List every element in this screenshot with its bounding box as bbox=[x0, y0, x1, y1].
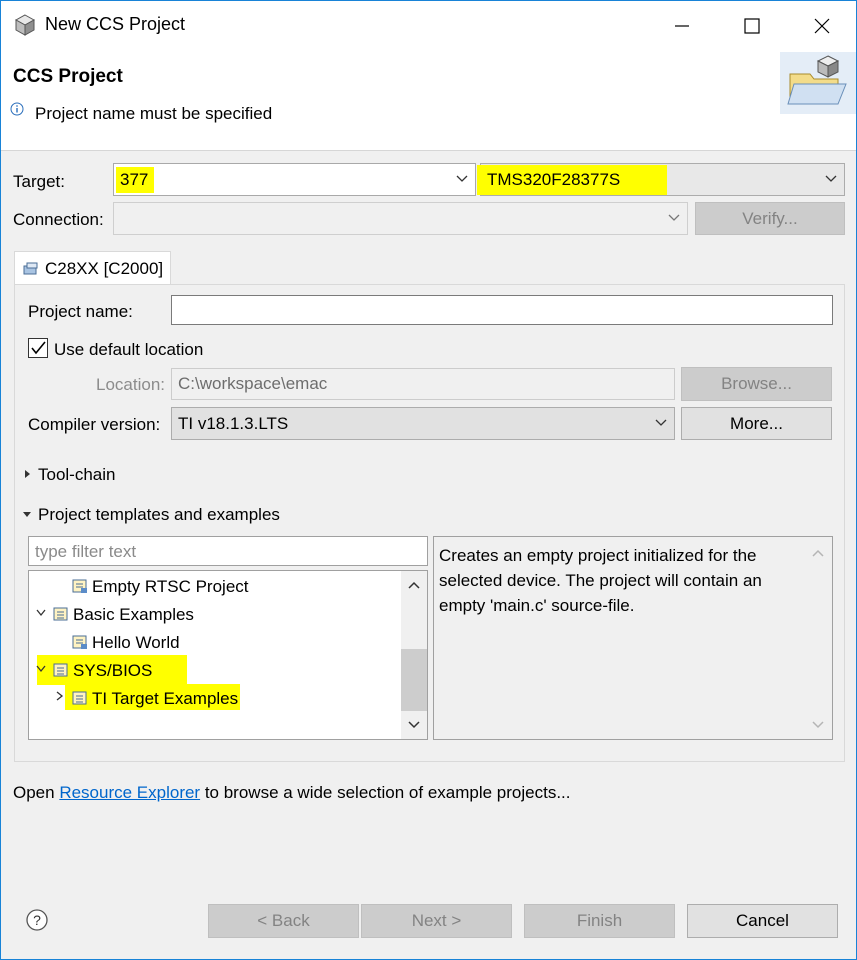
caret-down-icon[interactable] bbox=[22, 511, 32, 519]
compiler-version-value: TI v18.1.3.LTS bbox=[178, 414, 289, 433]
tree-item-basic-examples[interactable]: Basic Examples bbox=[29, 602, 399, 628]
footer-prefix: Open bbox=[13, 783, 60, 802]
target-device-value: TMS320F28377S bbox=[487, 170, 621, 189]
maximize-icon bbox=[744, 18, 760, 34]
tree-item-label: Basic Examples bbox=[73, 605, 194, 624]
resource-explorer-text: Open Resource Explorer to browse a wide … bbox=[13, 783, 571, 803]
info-icon bbox=[10, 101, 24, 116]
tab-label: C28XX [C2000] bbox=[45, 259, 164, 278]
target-label: Target: bbox=[13, 172, 65, 191]
chevron-down-icon[interactable] bbox=[36, 609, 46, 617]
maximize-button[interactable] bbox=[716, 1, 786, 49]
chevron-down-icon bbox=[668, 214, 680, 221]
window-title: New CCS Project bbox=[45, 14, 186, 34]
caret-right-icon[interactable] bbox=[24, 469, 32, 479]
chevron-down-icon bbox=[655, 419, 667, 426]
cancel-button[interactable]: Cancel bbox=[687, 904, 838, 938]
title-bar: New CCS Project bbox=[1, 1, 856, 49]
more-button[interactable]: More... bbox=[681, 407, 832, 440]
wizard-header: CCS Project Project name must be specifi… bbox=[1, 49, 856, 151]
cube-icon bbox=[13, 13, 37, 37]
chevron-up-icon bbox=[812, 549, 824, 557]
template-icon bbox=[72, 578, 88, 599]
compiler-version-combo[interactable]: TI v18.1.3.LTS bbox=[171, 407, 675, 440]
use-default-location-checkbox[interactable] bbox=[28, 338, 48, 358]
svg-text:?: ? bbox=[33, 912, 41, 928]
use-default-location-label: Use default location bbox=[54, 340, 204, 359]
chevron-down-icon[interactable] bbox=[36, 665, 46, 673]
tree-item-label: TI Target Examples bbox=[92, 689, 239, 708]
connection-label: Connection: bbox=[13, 210, 104, 229]
toolchain-section[interactable]: Tool-chain bbox=[38, 465, 116, 485]
device-icon bbox=[23, 261, 39, 281]
help-button[interactable]: ? bbox=[26, 909, 48, 936]
status-message: Project name must be specified bbox=[35, 104, 273, 123]
target-filter-combo[interactable]: 377 bbox=[113, 163, 476, 196]
tree-item-label: Hello World bbox=[92, 633, 180, 652]
filter-placeholder: type filter text bbox=[35, 542, 137, 561]
target-filter-value: 377 bbox=[120, 170, 149, 189]
compiler-version-label: Compiler version: bbox=[28, 415, 161, 434]
tree-item-label: SYS/BIOS bbox=[73, 661, 153, 680]
description-text: Creates an empty project initialized for… bbox=[439, 546, 762, 615]
template-filter-input[interactable]: type filter text bbox=[28, 536, 428, 566]
tree-item-empty-rtsc[interactable]: Empty RTSC Project bbox=[29, 574, 399, 600]
tree-scrollbar[interactable] bbox=[401, 571, 427, 739]
help-icon: ? bbox=[26, 909, 48, 931]
target-device-combo[interactable]: TMS320F28377S bbox=[477, 163, 845, 196]
chevron-down-icon bbox=[812, 721, 824, 729]
folder-template-icon bbox=[53, 606, 69, 627]
tree-item-sys-bios[interactable]: SYS/BIOS bbox=[29, 655, 399, 685]
verify-button[interactable]: Verify... bbox=[695, 202, 845, 235]
page-title: CCS Project bbox=[13, 66, 123, 87]
finish-button[interactable]: Finish bbox=[524, 904, 675, 938]
checkmark-icon bbox=[31, 341, 46, 355]
template-icon bbox=[72, 634, 88, 655]
chevron-down-icon[interactable] bbox=[408, 721, 420, 729]
connection-combo[interactable] bbox=[113, 202, 688, 235]
folder-cube-icon bbox=[780, 52, 856, 114]
tree-item-label: Empty RTSC Project bbox=[92, 577, 249, 596]
close-icon bbox=[814, 18, 830, 34]
tree-item-ti-target-examples[interactable]: TI Target Examples bbox=[29, 684, 399, 712]
templates-tree: Empty RTSC Project Basic Examples Hello … bbox=[28, 570, 428, 740]
location-value: C:\workspace\emac bbox=[178, 374, 328, 393]
templates-section[interactable]: Project templates and examples bbox=[38, 505, 280, 525]
tab-c28xx[interactable]: C28XX [C2000] bbox=[14, 251, 171, 285]
close-button[interactable] bbox=[786, 1, 856, 49]
new-ccs-project-dialog: New CCS Project CCS Project Project name… bbox=[0, 0, 857, 960]
folder-template-icon bbox=[72, 690, 88, 711]
template-description: Creates an empty project initialized for… bbox=[433, 536, 833, 740]
back-button[interactable]: < Back bbox=[208, 904, 359, 938]
minimize-icon bbox=[675, 25, 689, 27]
resource-explorer-link[interactable]: Resource Explorer bbox=[59, 783, 200, 802]
minimize-button[interactable] bbox=[646, 1, 716, 49]
tree-item-hello-world[interactable]: Hello World bbox=[29, 630, 399, 656]
folder-template-icon bbox=[53, 662, 69, 683]
chevron-down-icon bbox=[456, 175, 468, 182]
chevron-down-icon bbox=[825, 175, 837, 182]
chevron-up-icon[interactable] bbox=[408, 581, 420, 589]
chevron-right-icon[interactable] bbox=[56, 691, 64, 701]
scrollbar-thumb[interactable] bbox=[401, 649, 427, 711]
location-label: Location: bbox=[96, 375, 165, 394]
next-button[interactable]: Next > bbox=[361, 904, 512, 938]
project-name-label: Project name: bbox=[28, 302, 133, 321]
browse-button[interactable]: Browse... bbox=[681, 367, 832, 401]
project-name-input[interactable] bbox=[171, 295, 833, 325]
footer-suffix: to browse a wide selection of example pr… bbox=[200, 783, 571, 802]
location-input[interactable]: C:\workspace\emac bbox=[171, 368, 675, 400]
